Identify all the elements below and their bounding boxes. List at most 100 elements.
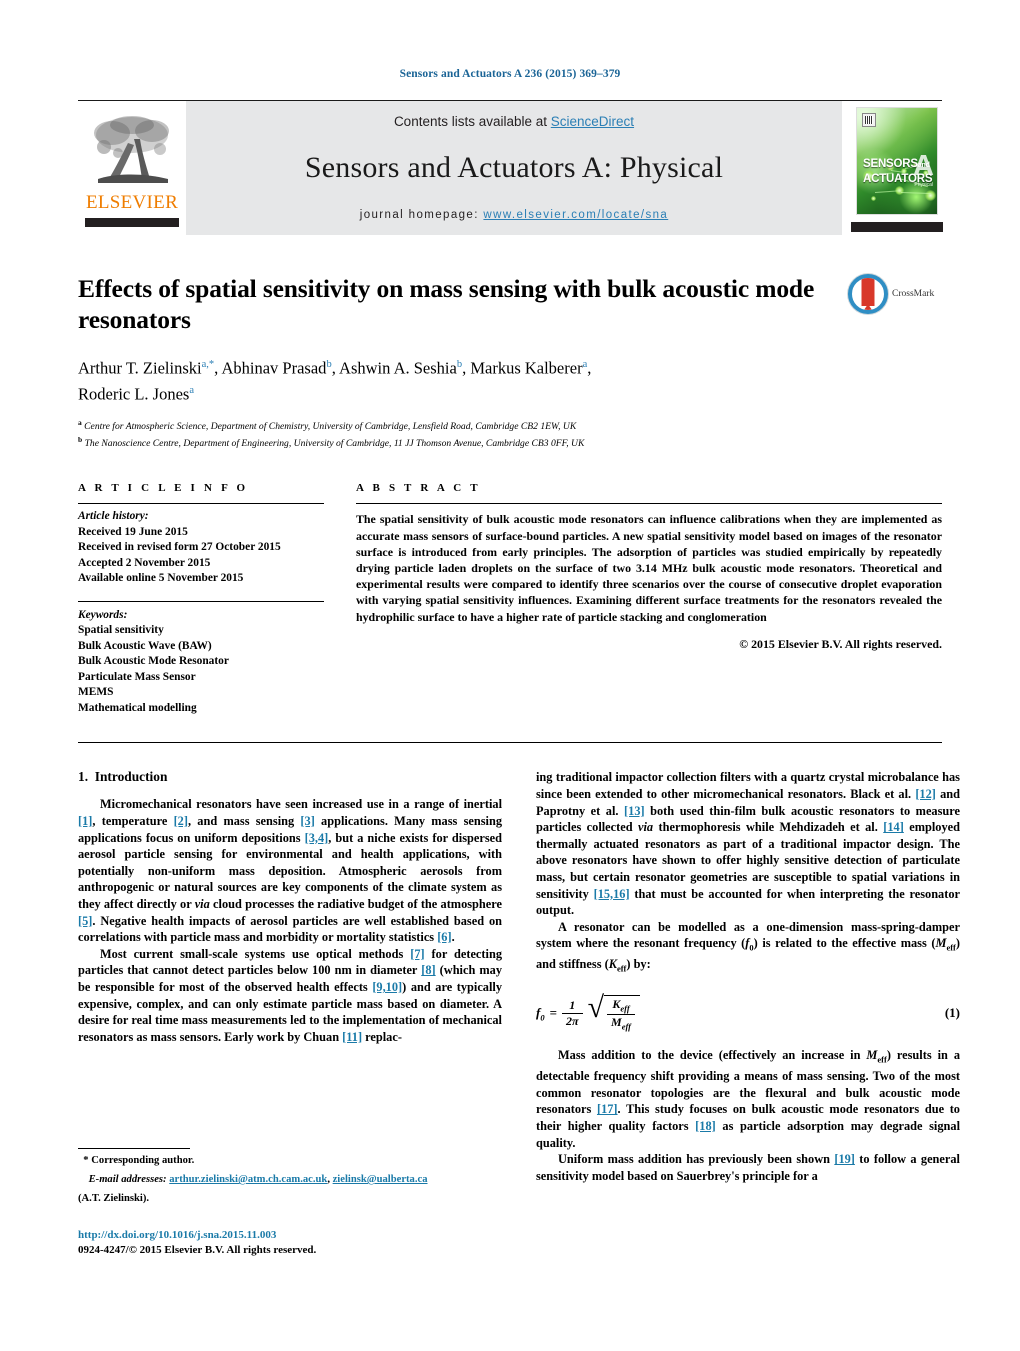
equation-lhs: f0 [536, 1005, 545, 1023]
email-author-line: (A.T. Zielinski). [78, 1193, 150, 1204]
text-run: Mass addition to the device (effectively… [558, 1048, 867, 1063]
email-link-secondary[interactable]: zielinsk@ualberta.ca [333, 1174, 428, 1185]
info-abstract-region: A R T I C L E I N F O Article history: R… [78, 482, 942, 716]
author-name: Roderic L. Jones [78, 384, 190, 403]
citation-link[interactable]: [13] [624, 804, 645, 818]
text-run: thermophoresis while Mehdizadeh et al. [653, 820, 884, 835]
citation-link[interactable]: [11] [342, 1030, 362, 1044]
crossmark-label: CrossMark [892, 289, 935, 299]
keyword-item: Mathematical modelling [78, 701, 197, 714]
journal-title: Sensors and Actuators A: Physical [304, 150, 724, 184]
radicand: Keff Meff [604, 995, 640, 1031]
symbol-meff: M [935, 936, 947, 951]
emphasis: via [638, 820, 654, 835]
citation-link[interactable]: [3] [300, 814, 314, 828]
affiliation-text: Centre for Atmospheric Science, Departme… [84, 421, 577, 433]
text-run: ) is related to the effective mass ( [753, 936, 936, 951]
article-history-label: Article history: [78, 510, 149, 523]
author-name: Ashwin A. Seshia [339, 358, 457, 378]
citation-link[interactable]: [1] [78, 814, 92, 828]
contents-prefix: Contents lists available at [393, 113, 551, 129]
keyword-item: MEMS [78, 686, 114, 699]
subscript: eff [877, 1054, 887, 1065]
text-run: ) by: [626, 957, 651, 972]
symbol-m: M [611, 1014, 622, 1029]
citation-link[interactable]: [5] [78, 914, 92, 928]
doi-link[interactable]: http://dx.doi.org/10.1016/j.sna.2015.11.… [78, 1228, 502, 1243]
crossmark-badge[interactable]: CrossMark [848, 271, 942, 317]
paragraph: Mass addition to the device (effectively… [536, 1047, 960, 1151]
cover-image: SENSORSand ACTUATORS A Physical [856, 107, 938, 215]
citation-link[interactable]: [7] [410, 947, 424, 961]
corresponding-author-line: * Corresponding author. [78, 1154, 502, 1168]
author-sep: , [331, 358, 340, 378]
subscript: eff [620, 1003, 630, 1014]
citation-link[interactable]: [2] [174, 814, 188, 828]
journal-cover-thumbnail: SENSORSand ACTUATORS A Physical [842, 101, 943, 235]
footnote-block: * Corresponding author. E-mail addresses… [78, 1148, 502, 1257]
divider [78, 600, 324, 602]
citation-link[interactable]: [18] [695, 1119, 716, 1133]
citation-link[interactable]: [14] [883, 820, 904, 834]
doi-block: http://dx.doi.org/10.1016/j.sna.2015.11.… [78, 1228, 502, 1257]
subscript: eff [616, 963, 627, 974]
citation-link[interactable]: [3,4] [305, 831, 329, 845]
journal-masthead: ELSEVIER Contents lists available at Sci… [78, 100, 943, 235]
page-title: Effects of spatial sensitivity on mass s… [78, 274, 815, 334]
citation-link[interactable]: [9,10] [372, 980, 402, 994]
divider [356, 503, 942, 505]
corresponding-author-text: Corresponding author. [88, 1155, 195, 1166]
keyword-item: Particulate Mass Sensor [78, 670, 196, 683]
equals-sign: = [549, 1005, 558, 1021]
citation-link[interactable]: [12] [915, 787, 936, 801]
text-run: . [451, 930, 455, 945]
citation-link[interactable]: [17] [597, 1102, 618, 1116]
doi-anchor[interactable]: http://dx.doi.org/10.1016/j.sna.2015.11.… [78, 1229, 276, 1241]
citation-link[interactable]: [6] [437, 930, 451, 944]
journal-homepage-link[interactable]: www.elsevier.com/locate/sna [483, 209, 668, 221]
body-region: 1. Introduction Micromechanical resonato… [78, 769, 960, 1184]
citation-link[interactable]: [8] [421, 963, 435, 977]
numerator: Keff [608, 997, 633, 1013]
email-link-primary[interactable]: arthur.zielinski@atm.ch.cam.ac.uk [169, 1174, 327, 1185]
text-run: Micromechanical resonators have seen inc… [100, 797, 502, 812]
paragraph: Most current small-scale systems use opt… [78, 946, 502, 1046]
symbol-meff: M [866, 1048, 878, 1063]
cover-subtitle: Physical [914, 182, 933, 188]
elsevier-logo: ELSEVIER [78, 101, 186, 235]
text-run: cloud processes the radiative budget of … [209, 896, 503, 911]
divider [78, 503, 324, 505]
author-sep: , [587, 358, 592, 378]
subscript: eff [621, 1021, 631, 1032]
text-run: ing traditional impactor collection filt… [536, 770, 960, 801]
section-number: 1. [78, 769, 89, 785]
elsevier-tree-icon [88, 113, 176, 191]
cover-stamp-icon [862, 113, 876, 127]
paragraph: A resonator can be modelled as a one-dim… [536, 919, 960, 978]
affiliation-text: The Nanoscience Centre, Department of En… [84, 438, 585, 450]
article-page: Sensors and Actuators A 236 (2015) 369–3… [0, 0, 1020, 1351]
sciencedirect-link[interactable]: ScienceDirect [551, 114, 634, 129]
elsevier-bar [85, 218, 179, 227]
keywords-label: Keywords: [78, 608, 128, 621]
history-item: Received in revised form 27 October 2015 [78, 541, 281, 554]
affiliation-mark: a [78, 418, 82, 427]
crossmark-icon [848, 274, 888, 314]
paragraph: Micromechanical resonators have seen inc… [78, 796, 502, 945]
author-name: Abhinav Prasad [221, 358, 327, 378]
author-name: Arthur T. Zielinski [78, 358, 202, 378]
square-root: √ Keff Meff [588, 993, 640, 1031]
article-info-heading: A R T I C L E I N F O [78, 482, 249, 495]
cover-bottom-bar [851, 222, 943, 232]
citation-link[interactable]: [19] [834, 1152, 855, 1166]
symbol-keff: K [608, 957, 617, 972]
keyword-item: Bulk Acoustic Wave (BAW) [78, 639, 212, 652]
equation-1: f0 = 1 2π √ Keff Meff (1) [536, 993, 960, 1031]
footnote-rule [78, 1148, 190, 1149]
text-run: , temperature [92, 813, 174, 828]
running-head: Sensors and Actuators A 236 (2015) 369–3… [399, 68, 621, 80]
author-affil-mark: a [189, 384, 195, 396]
abstract-heading: A B S T R A C T [356, 482, 481, 495]
citation-link[interactable]: [15,16] [594, 887, 630, 901]
subscript: 0 [540, 1012, 545, 1023]
